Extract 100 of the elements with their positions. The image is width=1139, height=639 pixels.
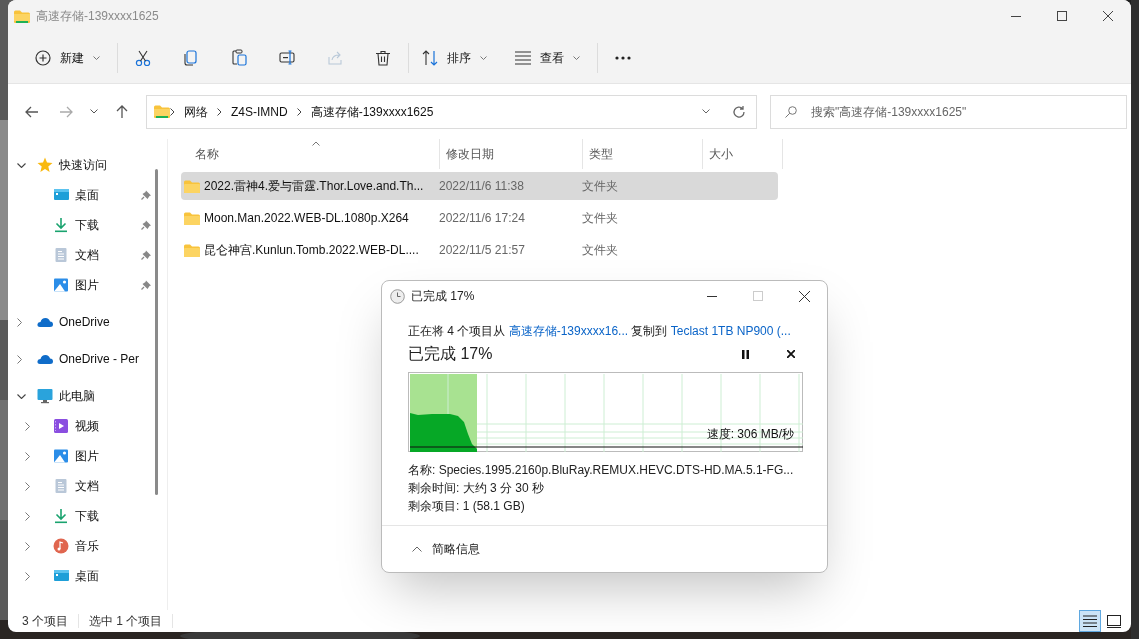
transfer-detail: 剩余项目: 1 (58.1 GB) <box>408 498 526 515</box>
sidebar-item[interactable]: 下载 <box>75 216 99 234</box>
maximize-icon <box>1057 11 1067 21</box>
close-icon <box>787 350 795 358</box>
sidebar-item[interactable]: OneDrive - Per <box>59 350 140 368</box>
chevron-right-icon <box>296 107 302 116</box>
column-header[interactable]: 类型 <box>583 139 703 169</box>
sort-arrows-icon <box>422 49 438 66</box>
file-row[interactable]: Moon.Man.2022.WEB-DL.1080p.X264 2022/11/6 17:24 文件夹 <box>181 204 778 232</box>
file-row[interactable]: 昆仑神宫.Kunlun.Tomb.2022.WEB-DL.... 2022/11/5 21:57 文件夹 <box>181 236 778 264</box>
less-details-button[interactable]: 简略信息 <box>412 540 480 558</box>
speed-area <box>410 413 477 452</box>
close-icon <box>798 290 810 302</box>
chevron-down-icon <box>480 55 487 60</box>
list-view-icon <box>1083 614 1097 628</box>
folder-icon <box>184 243 200 257</box>
picture-icon <box>53 277 69 293</box>
transfer-detail: 名称: Species.1995.2160p.BluRay.REMUX.HEVC.DTS-HD.MA.5.1-FG... <box>408 462 795 479</box>
music-icon <box>53 538 69 554</box>
trash-icon <box>375 49 391 66</box>
forward-arrow-icon <box>59 105 73 118</box>
rename-icon <box>278 49 296 66</box>
sidebar-item[interactable]: 文档 <box>75 477 99 495</box>
desktop-icon <box>53 568 69 584</box>
search-field[interactable]: 搜索"高速存储-139xxxx1625" <box>770 94 1127 129</box>
chevron-down-icon <box>573 55 580 60</box>
scrollbar[interactable] <box>155 169 158 495</box>
scissors-icon <box>135 49 151 66</box>
details-view-button[interactable] <box>1079 610 1101 632</box>
file-row[interactable]: 2022.雷神4.爱与雷霆.Thor.Love.and.Th... 2022/11/6 11:38 文件夹 <box>181 172 778 200</box>
modified-date: 2022/11/6 11:38 <box>439 178 525 195</box>
sidebar-item[interactable]: 此电脑 <box>59 387 95 405</box>
desktop-icon <box>53 187 69 203</box>
file-name: 昆仑神宫.Kunlun.Tomb.2022.WEB-DL.... <box>204 242 419 259</box>
path-link[interactable]: Teclast 1TB NP900 (... <box>670 324 791 338</box>
list-view-icon <box>515 49 531 66</box>
document-icon <box>53 247 69 263</box>
sidebar-item[interactable]: 快速访问 <box>59 156 107 174</box>
monitor-icon <box>37 388 53 404</box>
modified-date: 2022/11/6 17:24 <box>439 210 526 227</box>
video-icon <box>53 418 69 434</box>
pause-icon <box>741 349 749 359</box>
minimize-icon <box>1011 15 1021 17</box>
address-bar[interactable]: 网络 Z4S-IMND 高速存储-139xxxx1625 <box>146 94 757 129</box>
selection-count: 选中 1 个项目 <box>89 613 163 630</box>
close-icon <box>1103 11 1113 21</box>
column-header[interactable]: 大小 <box>703 139 783 169</box>
modified-date: 2022/11/5 21:57 <box>439 242 526 259</box>
toolbar-button[interactable]: 查看 <box>499 39 596 76</box>
chevron-down-icon <box>702 109 710 114</box>
add-icon <box>34 49 51 66</box>
breadcrumb[interactable]: 网络 <box>184 102 208 121</box>
minimize-icon <box>707 295 717 297</box>
column-header[interactable]: 修改日期 <box>440 139 583 169</box>
folder-icon <box>154 105 170 118</box>
folder-icon <box>184 211 200 225</box>
sidebar-item[interactable]: OneDrive <box>59 313 110 331</box>
dialog-title: 已完成 17% <box>411 288 475 305</box>
back-arrow-icon <box>25 105 39 118</box>
search-input: 搜索"高速存储-139xxxx1625" <box>811 102 1126 121</box>
document-icon <box>53 478 69 494</box>
file-name: Moon.Man.2022.WEB-DL.1080p.X264 <box>204 210 409 227</box>
clipboard-icon <box>230 49 248 66</box>
clock-icon <box>390 288 405 304</box>
sidebar-item[interactable]: 音乐 <box>75 537 99 555</box>
sidebar-item[interactable]: 文档 <box>75 246 99 264</box>
sidebar-item[interactable]: 视频 <box>75 417 99 435</box>
sidebar-item[interactable]: 桌面 <box>75 567 99 585</box>
up-arrow-icon <box>116 104 128 119</box>
toolbar-button[interactable]: 排序 <box>410 39 499 76</box>
transfer-detail: 剩余时间: 大约 3 分 30 秒 <box>408 480 546 497</box>
breadcrumb[interactable]: Z4S-IMND <box>231 102 288 121</box>
folder-icon <box>184 179 200 193</box>
path-link[interactable]: 高速存储-139xxxx16... <box>508 324 629 338</box>
chevron-right-icon <box>217 107 222 116</box>
folder-icon <box>14 9 30 23</box>
chevron-down-icon <box>90 109 98 114</box>
sidebar-item[interactable]: 下载 <box>75 507 99 525</box>
copy-description: 正在将 4 个项目从 高速存储-139xxxx16... 复制到 Teclast 1TB NP900 (... <box>408 323 792 340</box>
item-count: 3 个项目 <box>22 613 68 630</box>
file-type: 文件夹 <box>582 178 618 195</box>
search-icon <box>785 105 797 118</box>
chevron-up-icon <box>412 546 422 552</box>
picture-icon <box>53 448 69 464</box>
file-type: 文件夹 <box>582 242 618 259</box>
chevron-down-icon <box>92 55 100 60</box>
refresh-icon <box>732 104 746 119</box>
sidebar-item[interactable]: 桌面 <box>75 186 99 204</box>
sidebar-item[interactable]: 图片 <box>75 447 99 465</box>
more-icon <box>615 55 631 60</box>
column-header[interactable]: 名称 <box>178 139 440 169</box>
download-icon <box>53 508 69 524</box>
breadcrumb[interactable]: 高速存储-139xxxx1625 <box>310 102 434 121</box>
maximize-icon <box>753 291 763 301</box>
window-title: 高速存储-139xxxx1625 <box>36 8 159 25</box>
file-type: 文件夹 <box>582 210 618 227</box>
chevron-right-icon <box>170 107 175 116</box>
toolbar-button[interactable]: 新建 <box>18 39 116 76</box>
file-name: 2022.雷神4.爱与雷霆.Thor.Love.and.Th... <box>204 178 424 195</box>
sidebar-item[interactable]: 图片 <box>75 276 99 294</box>
